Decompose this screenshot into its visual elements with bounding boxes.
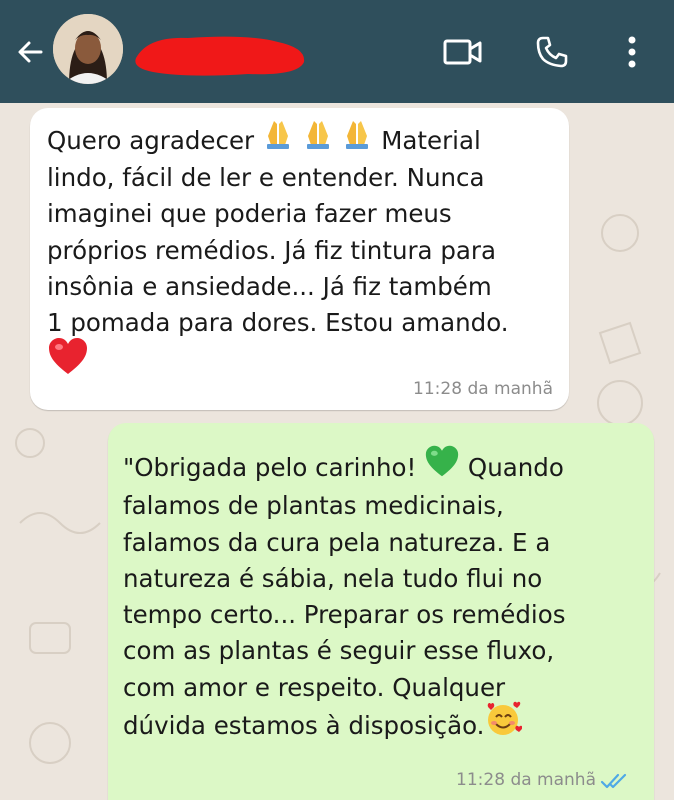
chat-screen: Quero agradecer Material lindo, fácil de… (0, 0, 674, 800)
message-text-cont: Quando (460, 453, 564, 483)
chat-header (0, 0, 674, 103)
arrow-left-icon (18, 41, 43, 63)
message-timestamp: 11:28 da manhã (413, 379, 553, 399)
phone-icon (536, 36, 568, 68)
message-text: "Obrigada pelo carinho! Quando falamos d… (123, 445, 648, 748)
kebab-menu-icon (628, 36, 636, 68)
message-text-start: Quero agradecer (47, 126, 262, 155)
menu-button[interactable] (608, 28, 656, 76)
folded-hands-icon (302, 118, 334, 160)
outgoing-message-bubble[interactable]: "Obrigada pelo carinho! Quando falamos d… (108, 423, 654, 800)
message-text-start: "Obrigada pelo carinho! (123, 453, 425, 483)
folded-hands-icon (262, 118, 294, 160)
message-text: Quero agradecer Material lindo, fácil de… (47, 120, 562, 386)
folded-hands-icon (341, 118, 373, 160)
smiling-face-with-hearts-icon (484, 700, 523, 748)
green-heart-icon (424, 444, 460, 488)
video-camera-icon (443, 39, 482, 65)
contact-avatar[interactable] (53, 14, 123, 84)
double-check-read-icon (600, 773, 627, 789)
message-text-body: lindo, fácil de ler e entender. Nunca im… (47, 163, 509, 338)
video-call-button[interactable] (439, 28, 487, 76)
red-heart-icon (47, 336, 89, 386)
message-text-body: falamos de plantas medicinais, falamos d… (123, 491, 566, 702)
redacted-contact-name (135, 36, 305, 76)
back-button[interactable] (8, 30, 52, 74)
message-timestamp: 11:28 da manhã (456, 770, 596, 790)
message-text-cont: Material (373, 126, 481, 155)
message-text-end: dúvida estamos à disposição. (123, 711, 485, 741)
voice-call-button[interactable] (528, 28, 576, 76)
incoming-message-bubble[interactable]: Quero agradecer Material lindo, fácil de… (30, 108, 569, 410)
